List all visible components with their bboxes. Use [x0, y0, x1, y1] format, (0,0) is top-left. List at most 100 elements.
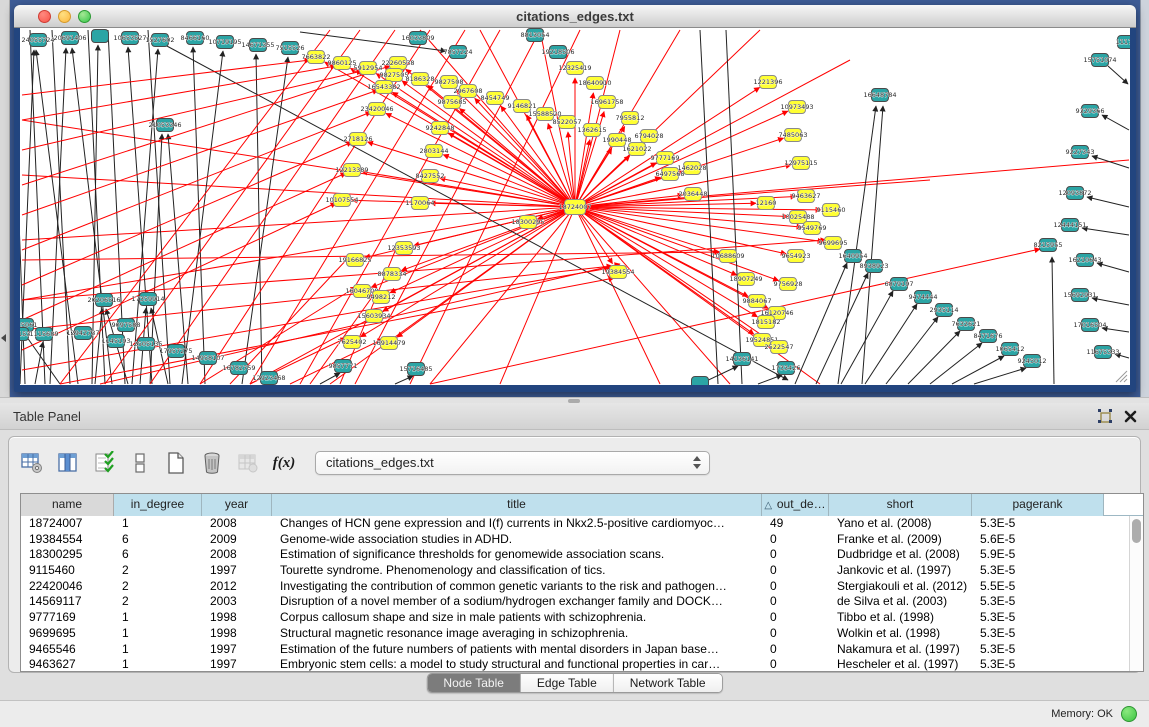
column-header-in_degree[interactable]: in_degree: [114, 494, 202, 516]
cell-year[interactable]: 2008: [202, 547, 272, 563]
cell-year[interactable]: 1998: [202, 610, 272, 626]
table-row[interactable]: 911546021997Tourette syndrome. Phenomeno…: [21, 563, 1130, 579]
cell-out_degree[interactable]: 0: [762, 642, 829, 658]
cell-short[interactable]: Jankovic et al. (1997): [829, 563, 972, 579]
graph-edge[interactable]: [95, 309, 102, 384]
cell-pagerank[interactable]: 5.3E-5: [972, 626, 1104, 642]
table-row[interactable]: 1938455462009Genome-wide association stu…: [21, 532, 1130, 548]
graph-edge[interactable]: [250, 207, 575, 384]
graph-edge[interactable]: [575, 207, 820, 384]
tab-node-table[interactable]: Node Table: [427, 674, 521, 692]
cell-out_degree[interactable]: 0: [762, 563, 829, 579]
graph-edge[interactable]: [816, 273, 868, 384]
cell-title[interactable]: Genome-wide association studies in ADHD.: [272, 532, 762, 548]
network-window-titlebar[interactable]: citations_edges.txt: [14, 5, 1136, 28]
cell-title[interactable]: Disruption of a novel member of a sodium…: [272, 594, 762, 610]
cell-in_degree[interactable]: 1: [114, 657, 202, 671]
graph-edge[interactable]: [150, 30, 395, 384]
cell-in_degree[interactable]: 1: [114, 610, 202, 626]
cell-year[interactable]: 2008: [202, 516, 272, 532]
table-scrollbar[interactable]: [1129, 516, 1143, 671]
table-row[interactable]: 1830029562008Estimation of significance …: [21, 547, 1130, 563]
column-header-short[interactable]: short: [829, 494, 972, 516]
float-panel-button[interactable]: [1097, 408, 1113, 424]
cell-name[interactable]: 19384554: [21, 532, 114, 548]
graph-edge[interactable]: [22, 173, 346, 320]
cell-name[interactable]: 9465546: [21, 642, 114, 658]
graph-edge[interactable]: [575, 207, 718, 253]
graph-edge[interactable]: [1108, 66, 1128, 84]
cell-pagerank[interactable]: 5.3E-5: [972, 657, 1104, 671]
graph-edge[interactable]: [22, 71, 362, 150]
panel-collapse-arrow-icon[interactable]: [1, 334, 6, 342]
show-columns-button[interactable]: [55, 450, 81, 476]
cell-in_degree[interactable]: 2: [114, 563, 202, 579]
cell-out_degree[interactable]: 0: [762, 532, 829, 548]
graph-edge[interactable]: [575, 30, 620, 207]
graph-edge[interactable]: [865, 304, 917, 384]
column-header-year[interactable]: year: [202, 494, 272, 516]
graph-edge[interactable]: [930, 343, 982, 384]
cell-short[interactable]: de Silva et al. (2003): [829, 594, 972, 610]
cell-name[interactable]: 22420046: [21, 579, 114, 595]
graph-edge[interactable]: [22, 203, 336, 350]
cell-in_degree[interactable]: 2: [114, 594, 202, 610]
graph-edge[interactable]: [22, 207, 575, 240]
cell-pagerank[interactable]: 5.3E-5: [972, 516, 1104, 532]
graph-edge[interactable]: [256, 54, 262, 384]
graph-node[interactable]: [92, 30, 109, 43]
scrollbar-thumb[interactable]: [1132, 519, 1141, 543]
cell-short[interactable]: Yano et al. (2008): [829, 516, 972, 532]
graph-edge[interactable]: [60, 30, 330, 384]
cell-year[interactable]: 2012: [202, 579, 272, 595]
graph-edge[interactable]: [908, 331, 960, 384]
table-row[interactable]: 946554611997Estimation of the future num…: [21, 642, 1130, 658]
cell-out_degree[interactable]: 0: [762, 579, 829, 595]
table-selector-dropdown[interactable]: citations_edges.txt: [315, 451, 710, 475]
column-header-out_degree[interactable]: △ out_de…: [762, 494, 829, 516]
cell-pagerank[interactable]: 5.9E-5: [972, 547, 1104, 563]
graph-edge[interactable]: [35, 342, 43, 384]
cell-name[interactable]: 9463627: [21, 657, 114, 671]
graph-edge[interactable]: [1097, 263, 1129, 272]
cell-title[interactable]: Corpus callosum shape and size in male p…: [272, 610, 762, 626]
graph-node[interactable]: [692, 377, 709, 386]
cell-title[interactable]: Investigating the contribution of common…: [272, 579, 762, 595]
citation-graph[interactable]: 2405572420691406106535271527602846616010…: [20, 28, 1130, 385]
cell-short[interactable]: Hescheler et al. (1997): [829, 657, 972, 671]
cell-in_degree[interactable]: 1: [114, 516, 202, 532]
cell-out_degree[interactable]: 0: [762, 626, 829, 642]
graph-edge[interactable]: [575, 160, 1129, 207]
cell-pagerank[interactable]: 5.3E-5: [972, 610, 1104, 626]
cell-year[interactable]: 1998: [202, 626, 272, 642]
cell-short[interactable]: Dudbridge et al. (2008): [829, 547, 972, 563]
column-header-name[interactable]: name: [21, 494, 114, 516]
cell-pagerank[interactable]: 5.3E-5: [972, 642, 1104, 658]
table-row[interactable]: 946362711997Embryonic stem cells: a mode…: [21, 657, 1130, 671]
graph-edge[interactable]: [575, 93, 593, 207]
table-row[interactable]: 969969511998Structural magnetic resonanc…: [21, 626, 1130, 642]
cell-in_degree[interactable]: 1: [114, 642, 202, 658]
table-row[interactable]: 977716911998Corpus callosum shape and si…: [21, 610, 1130, 626]
cell-pagerank[interactable]: 5.3E-5: [972, 563, 1104, 579]
table-mode-button[interactable]: [19, 450, 45, 476]
graph-edge[interactable]: [575, 207, 612, 264]
cell-year[interactable]: 2009: [202, 532, 272, 548]
cell-short[interactable]: Stergiakouli et al. (2012): [829, 579, 972, 595]
cell-year[interactable]: 2003: [202, 594, 272, 610]
right-panel-edge[interactable]: [1140, 0, 1149, 397]
table-row[interactable]: 1872400712008Changes of HCN gene express…: [21, 516, 1130, 532]
cell-short[interactable]: Wolkin et al. (1998): [829, 626, 972, 642]
delete-column-button[interactable]: [199, 450, 225, 476]
cell-in_degree[interactable]: 2: [114, 579, 202, 595]
graph-edge[interactable]: [148, 30, 170, 384]
cell-year[interactable]: 1997: [202, 657, 272, 671]
cell-title[interactable]: Embryonic stem cells: a model to study s…: [272, 657, 762, 671]
cell-title[interactable]: Estimation of the future numbers of pati…: [272, 642, 762, 658]
close-panel-button[interactable]: [1123, 408, 1139, 424]
cell-out_degree[interactable]: 0: [762, 594, 829, 610]
graph-edge[interactable]: [886, 317, 938, 384]
cell-short[interactable]: Franke et al. (2009): [829, 532, 972, 548]
network-canvas[interactable]: 2405572420691406106535271527602846616010…: [20, 28, 1130, 385]
cell-year[interactable]: 1997: [202, 642, 272, 658]
